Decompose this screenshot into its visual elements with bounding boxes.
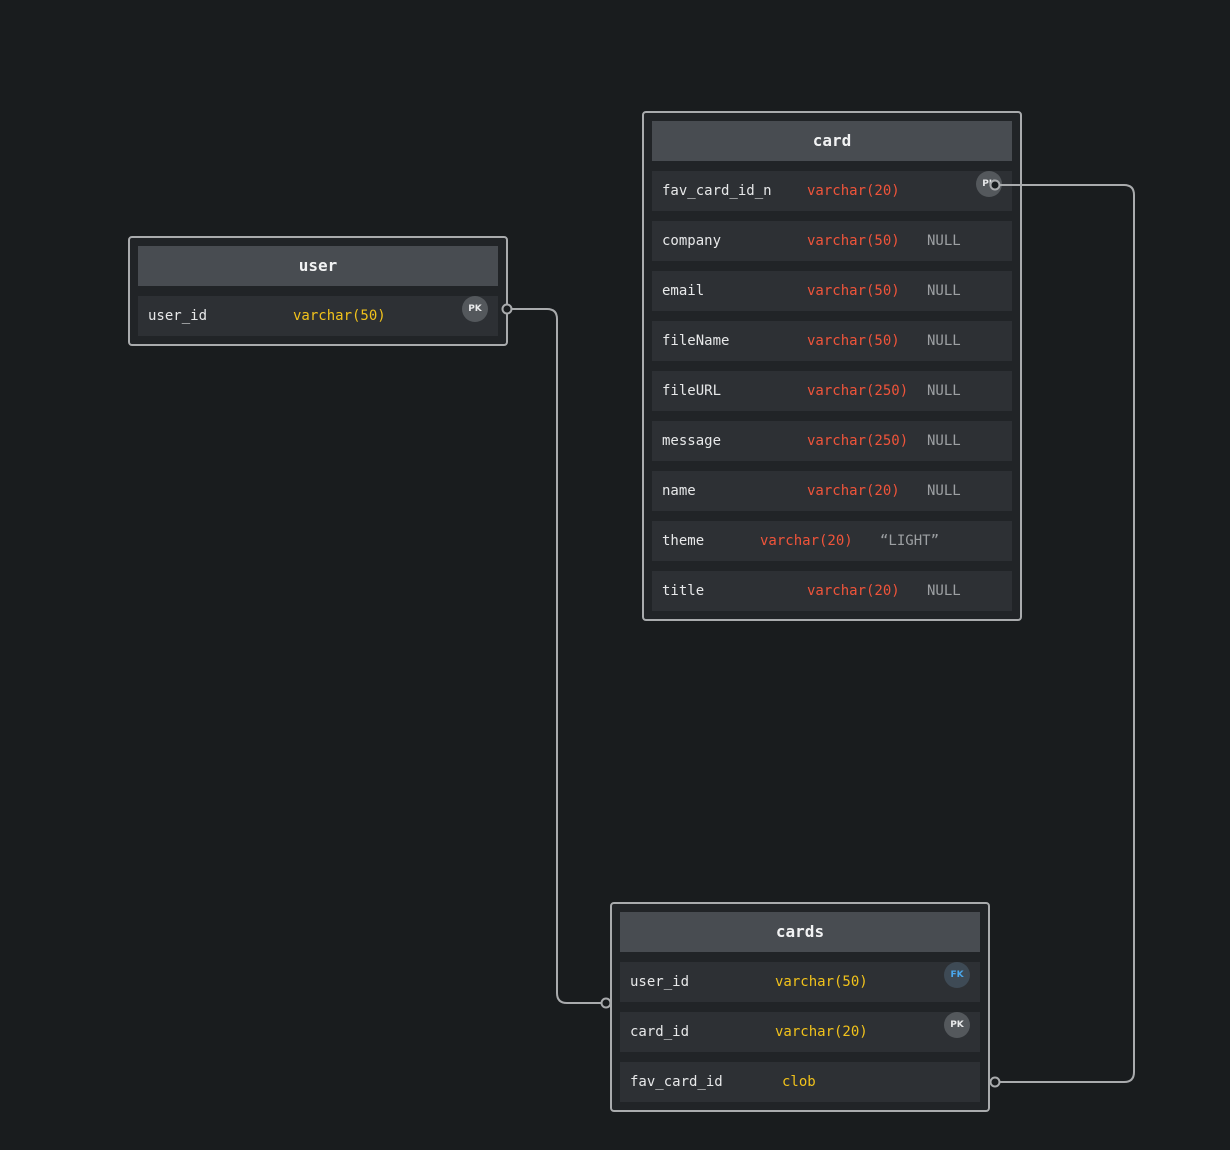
table-card[interactable]: card fav_card_id_n varchar(20) PK compan… <box>642 111 1022 621</box>
column-row-user-id[interactable]: user_id varchar(50) FK <box>620 962 980 1002</box>
column-type: varchar(50) <box>807 233 900 249</box>
table-user[interactable]: user user_id varchar(50) PK <box>128 236 508 346</box>
column-default: NULL <box>927 433 961 449</box>
column-default: NULL <box>927 583 961 599</box>
column-default: “LIGHT” <box>880 533 940 549</box>
primary-key-badge: PK <box>976 171 1002 197</box>
column-row-email[interactable]: email varchar(50) NULL <box>652 271 1012 311</box>
column-row-filename[interactable]: fileName varchar(50) NULL <box>652 321 1012 361</box>
column-default: NULL <box>927 233 961 249</box>
primary-key-badge: PK <box>462 296 488 322</box>
column-row-fav-card-id-n[interactable]: fav_card_id_n varchar(20) PK <box>652 171 1012 211</box>
relationship-user-cards[interactable] <box>501 303 612 1009</box>
column-name: theme <box>662 533 705 549</box>
column-default: NULL <box>927 283 961 299</box>
column-name: fileName <box>662 333 730 349</box>
column-name: name <box>662 483 696 499</box>
column-row-fav-card-id[interactable]: fav_card_id clob <box>620 1062 980 1102</box>
column-row-title[interactable]: title varchar(20) NULL <box>652 571 1012 611</box>
column-type: varchar(50) <box>807 333 900 349</box>
column-type: varchar(20) <box>760 533 853 549</box>
column-row-message[interactable]: message varchar(250) NULL <box>652 421 1012 461</box>
column-type: varchar(50) <box>775 974 868 990</box>
foreign-key-badge: FK <box>944 962 970 988</box>
column-type: varchar(250) <box>807 383 909 399</box>
column-type: varchar(20) <box>807 183 900 199</box>
table-cards-header[interactable]: cards <box>620 912 980 952</box>
column-name: company <box>662 233 722 249</box>
column-type: varchar(20) <box>775 1024 868 1040</box>
er-diagram-canvas: user user_id varchar(50) PK card fav_car… <box>0 0 1230 1150</box>
column-row-theme[interactable]: theme varchar(20) “LIGHT” <box>652 521 1012 561</box>
column-type: varchar(50) <box>293 308 386 324</box>
primary-key-badge: PK <box>944 1012 970 1038</box>
column-default: NULL <box>927 483 961 499</box>
column-name: title <box>662 583 705 599</box>
column-name: user_id <box>630 974 690 990</box>
column-row-name[interactable]: name varchar(20) NULL <box>652 471 1012 511</box>
column-name: fileURL <box>662 383 722 399</box>
column-row-card-id[interactable]: card_id varchar(20) PK <box>620 1012 980 1052</box>
column-type: varchar(20) <box>807 483 900 499</box>
table-user-header[interactable]: user <box>138 246 498 286</box>
column-type: varchar(20) <box>807 583 900 599</box>
table-card-header[interactable]: card <box>652 121 1012 161</box>
connector-line <box>507 308 606 1004</box>
table-cards[interactable]: cards user_id varchar(50) FK card_id var… <box>610 902 990 1112</box>
column-default: NULL <box>927 383 961 399</box>
connector-endpoint <box>989 1076 1001 1088</box>
column-name: message <box>662 433 722 449</box>
column-name: card_id <box>630 1024 690 1040</box>
column-row-company[interactable]: company varchar(50) NULL <box>652 221 1012 261</box>
column-default: NULL <box>927 333 961 349</box>
column-row-user-id[interactable]: user_id varchar(50) PK <box>138 296 498 336</box>
column-name: user_id <box>148 308 208 324</box>
column-name: email <box>662 283 705 299</box>
column-name: fav_card_id_n <box>662 183 772 199</box>
column-type: varchar(50) <box>807 283 900 299</box>
column-name: fav_card_id <box>630 1074 723 1090</box>
column-row-fileurl[interactable]: fileURL varchar(250) NULL <box>652 371 1012 411</box>
column-type: varchar(250) <box>807 433 909 449</box>
column-type: clob <box>782 1074 816 1090</box>
